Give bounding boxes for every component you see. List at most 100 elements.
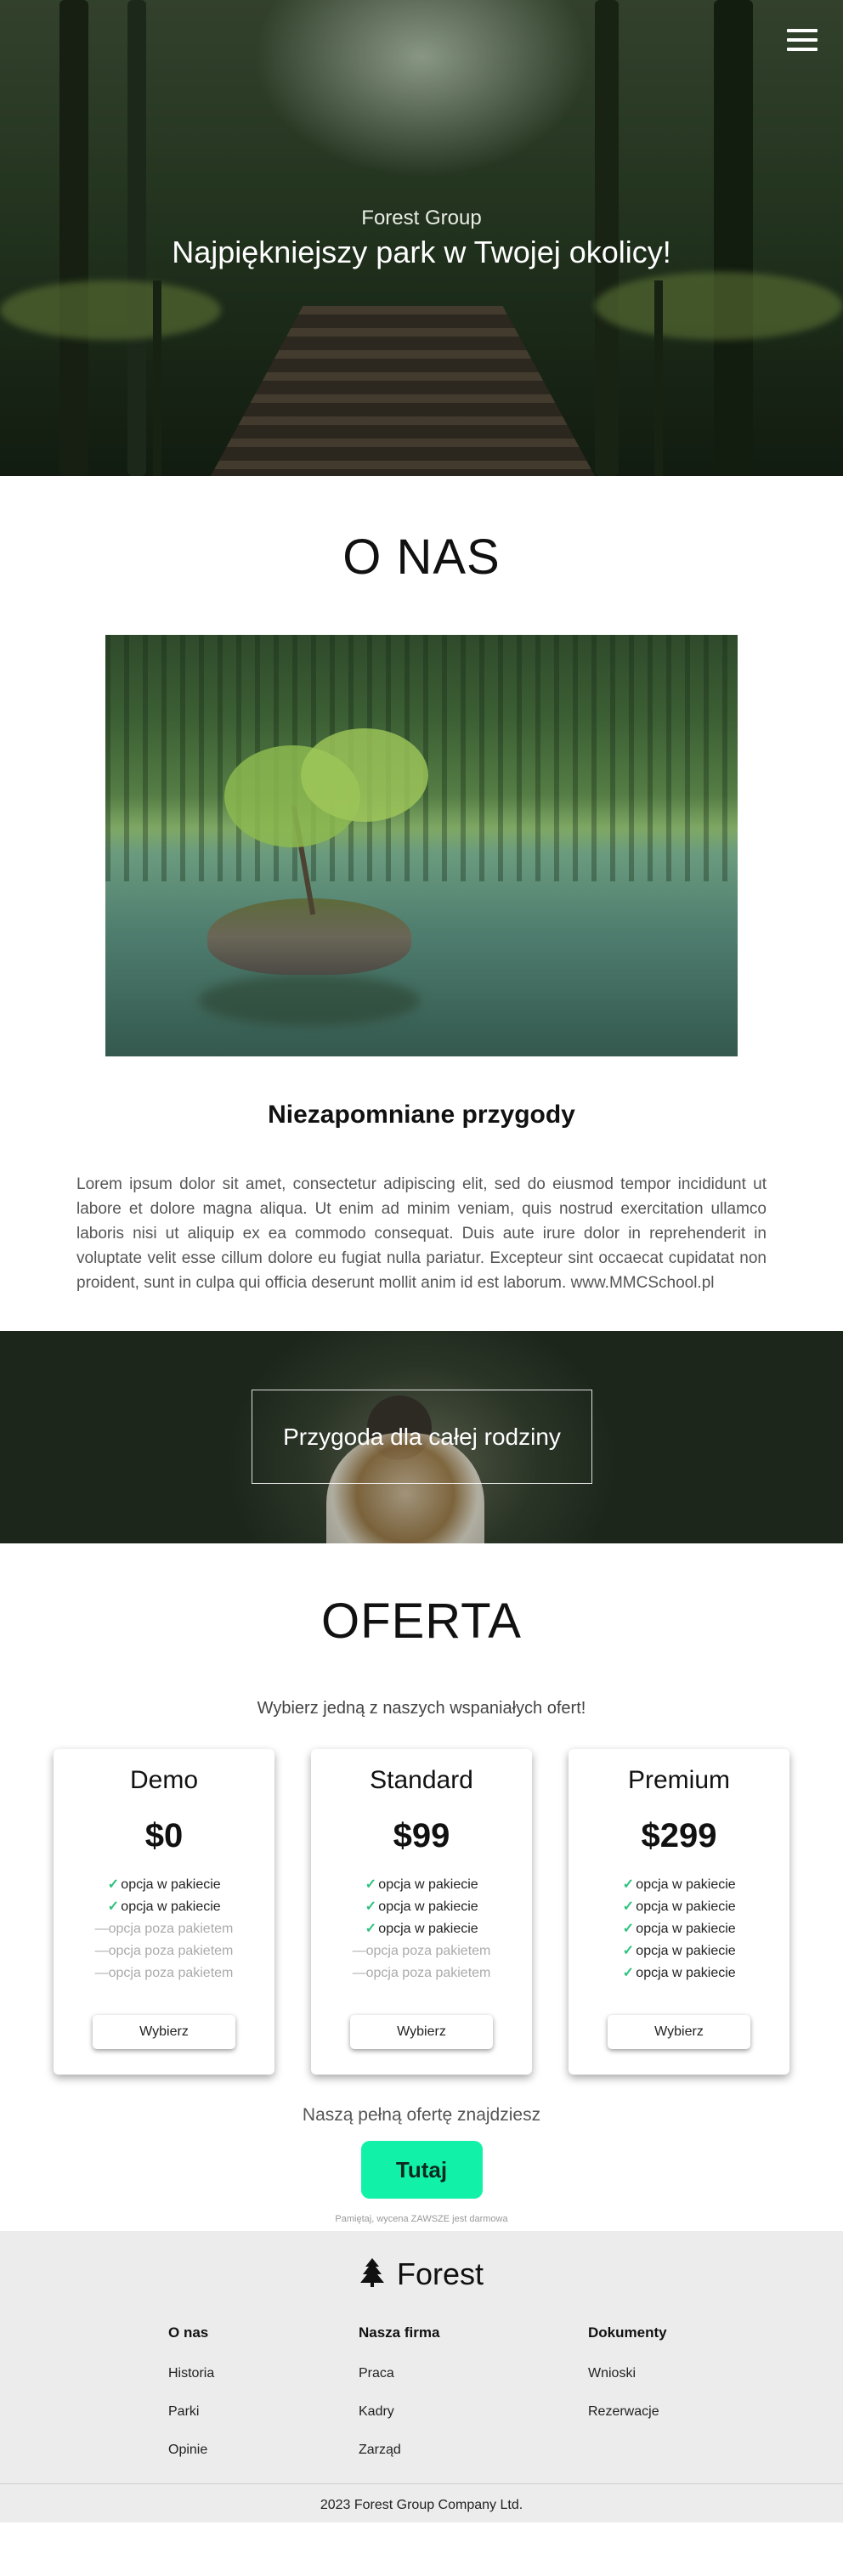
dash-icon: — [352, 1944, 366, 1958]
about-section: O NAS Niezapomniane przygody Lorem ipsum… [0, 529, 843, 1295]
tree-icon [359, 2258, 385, 2295]
pricing-cards: Demo $0 ✓ opcja w pakiecie ✓ opcja w pakiec… [0, 1749, 843, 2076]
plan-name: Premium [627, 1766, 730, 1794]
footer-column-documents: Dokumenty Wnioski Rezerwacje [588, 2324, 667, 2420]
plan-feature: —opcja poza pakietem [311, 1962, 532, 1984]
plan-price: $99 [393, 1817, 450, 1854]
dash-icon: — [352, 1966, 366, 1980]
plan-feature-text: opcja poza pakietem [108, 1944, 234, 1958]
about-subtitle: Niezapomniane przygody [268, 1101, 575, 1129]
dash-icon: — [94, 1944, 109, 1958]
footer-logo[interactable]: Forest [0, 2256, 843, 2295]
pricing-card-standard: Standard $99 ✓ opcja w pakiecie ✓ opcja w p… [311, 1749, 532, 2075]
full-offer-button[interactable]: Tutaj [360, 2141, 483, 2199]
check-icon: ✓ [365, 1899, 376, 1914]
pricing-card-premium: Premium $299 ✓ opcja w pakiecie ✓ opcja w p… [569, 1749, 789, 2075]
footer-link-rezerwacje[interactable]: Rezerwacje [588, 2404, 667, 2420]
plan-name: Demo [129, 1766, 199, 1794]
dash-icon: — [94, 1966, 109, 1980]
choose-premium-button[interactable]: Wybierz [608, 2015, 750, 2049]
offer-section: OFERTA Wybierz jedną z naszych wspaniały… [0, 1593, 843, 2224]
plan-feature: ✓ opcja w pakiecie [569, 1940, 789, 1962]
footer-column-title: Dokumenty [588, 2324, 667, 2341]
plan-feature: ✓ opcja w pakiecie [311, 1918, 532, 1940]
dash-icon: — [94, 1922, 109, 1936]
plan-feature: —opcja poza pakietem [54, 1962, 274, 1984]
lake-island-image [105, 635, 738, 1056]
free-quote-note: Pamiętaj, wycena ZAWSZE jest darmowa [335, 2214, 508, 2224]
check-icon: ✓ [365, 1877, 376, 1892]
plan-feature: ✓ opcja w pakiecie [311, 1874, 532, 1896]
footer-column-company: Nasza firma Praca Kadry Zarząd [359, 2324, 439, 2458]
plan-feature: ✓ opcja w pakiecie [569, 1962, 789, 1984]
plan-feature-text: opcja w pakiecie [378, 1922, 478, 1936]
lake-tree-canopy [301, 728, 428, 822]
plan-feature: —opcja poza pakietem [54, 1918, 274, 1940]
check-icon: ✓ [622, 1899, 634, 1914]
footer-link-opinie[interactable]: Opinie [168, 2443, 214, 2458]
plan-feature-text: opcja poza pakietem [108, 1966, 234, 1980]
choose-standard-button[interactable]: Wybierz [350, 2015, 493, 2049]
plan-feature-text: opcja poza pakietem [365, 1944, 491, 1958]
family-adventure-button[interactable]: Przygoda dla całej rodziny [252, 1390, 592, 1484]
offer-lead: Wybierz jedną z naszych wspaniałych ofer… [257, 1699, 586, 1718]
hero-tagline: Najpiękniejszy park w Twojej okolicy! [172, 235, 671, 269]
footer-link-zarzad[interactable]: Zarząd [359, 2443, 439, 2458]
copyright: 2023 Forest Group Company Ltd. [320, 2498, 523, 2512]
about-text: Lorem ipsum dolor sit amet, consectetur … [76, 1175, 767, 1292]
plan-price: $299 [641, 1817, 717, 1854]
footer-link-praca[interactable]: Praca [359, 2366, 439, 2381]
family-banner: Przygoda dla całej rodziny [0, 1331, 843, 1543]
hero-brand: Forest Group [361, 207, 482, 229]
footer-column-title: Nasza firma [359, 2324, 440, 2341]
plan-feature-text: opcja w pakiecie [378, 1877, 478, 1892]
footer-link-historia[interactable]: Historia [168, 2366, 214, 2381]
check-icon: ✓ [365, 1922, 376, 1936]
check-icon: ✓ [622, 1877, 634, 1892]
full-offer-text: Naszą pełną ofertę znajdziesz [302, 2105, 541, 2125]
pricing-card-demo: Demo $0 ✓ opcja w pakiecie ✓ opcja w pakiec… [54, 1749, 274, 2075]
about-title: O NAS [342, 529, 501, 585]
check-icon: ✓ [622, 1966, 634, 1980]
plan-feature-text: opcja w pakiecie [636, 1922, 736, 1936]
plan-feature-text: opcja w pakiecie [636, 1966, 736, 1980]
plan-feature: ✓ opcja w pakiecie [54, 1874, 274, 1896]
plan-feature: ✓ opcja w pakiecie [569, 1896, 789, 1918]
hamburger-menu-icon[interactable] [787, 29, 818, 54]
plan-feature: —opcja poza pakietem [311, 1940, 532, 1962]
plan-feature-text: opcja w pakiecie [636, 1899, 736, 1914]
plan-feature-text: opcja w pakiecie [121, 1877, 221, 1892]
plan-feature-text: opcja w pakiecie [378, 1899, 478, 1914]
plan-feature-text: opcja w pakiecie [636, 1944, 736, 1958]
plan-feature-text: opcja poza pakietem [365, 1966, 491, 1980]
check-icon: ✓ [622, 1944, 634, 1958]
footer: Forest O nas Historia Parki Opinie Nasza… [0, 2231, 843, 2522]
plan-feature: ✓ opcja w pakiecie [54, 1896, 274, 1918]
footer-column-title: O nas [168, 2324, 209, 2341]
footer-link-kadry[interactable]: Kadry [359, 2404, 439, 2420]
plan-feature: ✓ opcja w pakiecie [311, 1896, 532, 1918]
plan-feature: —opcja poza pakietem [54, 1940, 274, 1962]
plan-price: $0 [144, 1817, 184, 1854]
offer-title: OFERTA [321, 1594, 522, 1649]
plan-feature-text: opcja poza pakietem [108, 1922, 234, 1936]
lake-reflection [199, 975, 420, 1026]
footer-logo-text: Forest [396, 2256, 484, 2291]
footer-column-about: O nas Historia Parki Opinie [168, 2324, 214, 2458]
plan-feature: ✓ opcja w pakiecie [569, 1918, 789, 1940]
plan-name: Standard [370, 1766, 473, 1794]
check-icon: ✓ [107, 1899, 119, 1914]
plan-features: ✓ opcja w pakiecie ✓ opcja w pakiecie ✓ opcja… [569, 1874, 789, 1984]
footer-divider [0, 2483, 843, 2484]
check-icon: ✓ [107, 1877, 119, 1892]
choose-demo-button[interactable]: Wybierz [93, 2015, 235, 2049]
footer-link-wnioski[interactable]: Wnioski [588, 2366, 667, 2381]
plan-features: ✓ opcja w pakiecie ✓ opcja w pakiecie —opcja… [54, 1874, 274, 1984]
check-icon: ✓ [622, 1922, 634, 1936]
hero-section: Forest Group Najpiękniejszy park w Twoje… [0, 0, 843, 476]
footer-link-parki[interactable]: Parki [168, 2404, 214, 2420]
plan-feature-text: opcja w pakiecie [121, 1899, 221, 1914]
plan-feature: ✓ opcja w pakiecie [569, 1874, 789, 1896]
plan-feature-text: opcja w pakiecie [636, 1877, 736, 1892]
plan-features: ✓ opcja w pakiecie ✓ opcja w pakiecie ✓ opcja… [311, 1874, 532, 1984]
